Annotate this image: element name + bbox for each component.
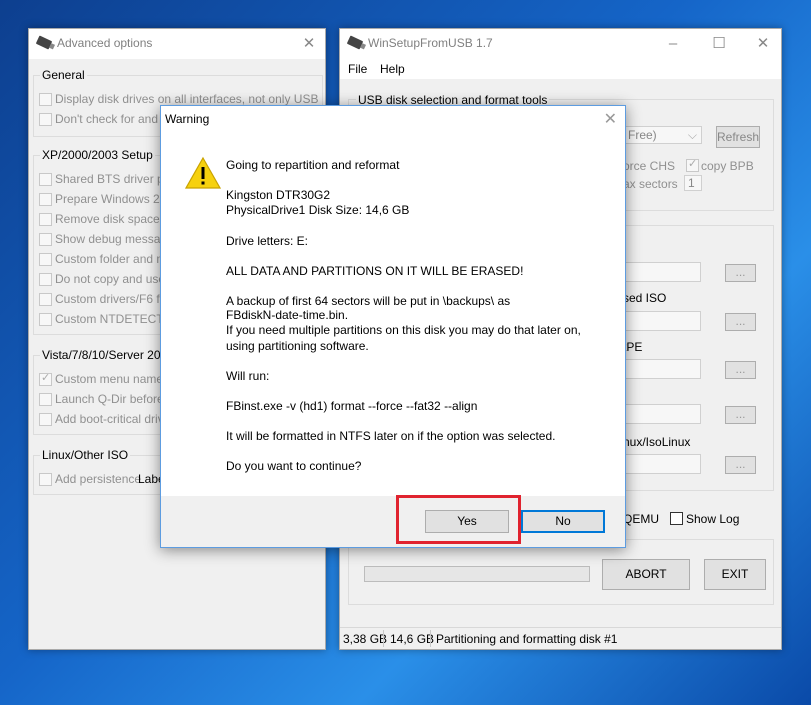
checkbox-box[interactable] — [39, 393, 52, 406]
browse-button-1[interactable]: ... — [725, 264, 756, 282]
checkbox-box[interactable] — [39, 313, 52, 326]
based-iso-label: sed ISO — [623, 291, 667, 305]
checkbox-box[interactable] — [39, 213, 52, 226]
checkbox-box[interactable] — [39, 193, 52, 206]
yes-button-highlight — [396, 495, 521, 544]
status-size-1: 3,38 GB — [343, 632, 388, 646]
status-divider — [430, 630, 431, 647]
menu-help[interactable]: Help — [380, 62, 405, 76]
main-title: WinSetupFromUSB 1.7 — [368, 36, 493, 50]
message-line: Kingston DTR30G2 — [226, 188, 331, 202]
message-line: PhysicalDrive1 Disk Size: 14,6 GB — [226, 203, 410, 217]
maximize-icon[interactable]: ☐ — [709, 35, 729, 53]
warning-dialog: Warning ✕ Going to repartition and refor… — [160, 105, 626, 548]
source-path-input-3[interactable] — [623, 359, 701, 379]
warning-icon — [185, 156, 221, 189]
advanced-options-titlebar[interactable]: Advanced options ✕ — [29, 29, 325, 59]
browse-button-2[interactable]: ... — [725, 313, 756, 331]
checkbox-box[interactable] — [39, 93, 52, 106]
progress-bar — [364, 566, 590, 582]
browse-button-4[interactable]: ... — [725, 406, 756, 424]
qemu-label: QEMU — [623, 512, 659, 526]
menu-bar: File Help — [340, 59, 781, 79]
checkbox-box[interactable] — [39, 473, 52, 486]
dialog-footer: Yes No — [161, 496, 625, 547]
message-line: A backup of first 64 sectors will be put… — [226, 294, 511, 308]
general-group-label: General — [40, 68, 87, 82]
message-line: Do you want to continue? — [226, 459, 362, 473]
disk-select-value: Free) — [628, 128, 657, 142]
no-button[interactable]: No — [521, 510, 605, 533]
max-sectors-input[interactable]: 1 — [684, 175, 702, 191]
message-line: FBinst.exe -v (hd1) format --force --fat… — [226, 399, 478, 413]
advanced-options-title: Advanced options — [57, 36, 153, 50]
checkbox-box[interactable] — [39, 113, 52, 126]
usb-drive-icon — [35, 35, 53, 50]
close-icon[interactable]: ✕ — [299, 35, 319, 53]
browse-button-5[interactable]: ... — [725, 456, 756, 474]
close-icon[interactable]: ✕ — [604, 109, 617, 129]
xp-setup-group-label: XP/2000/2003 Setup — [40, 148, 155, 162]
abort-button[interactable]: ABORT — [602, 559, 690, 590]
max-sectors-label: ax sectors — [623, 177, 678, 191]
checkbox-box[interactable] — [39, 233, 52, 246]
message-line: FBdiskN-date-time.bin. — [226, 308, 349, 322]
chevron-down-icon: ⌵ — [687, 128, 697, 142]
max-sectors-value: 1 — [688, 176, 695, 190]
linux-group-label: Linux/Other ISO — [40, 448, 131, 462]
show-log-checkbox[interactable] — [670, 512, 683, 525]
dialog-title: Warning — [165, 112, 210, 126]
exit-button[interactable]: EXIT — [704, 559, 766, 590]
source-path-input-1[interactable] — [623, 262, 701, 282]
source-path-input-4[interactable] — [623, 404, 701, 424]
status-bar: 3,38 GB 14,6 GB Partitioning and formatt… — [340, 627, 781, 649]
refresh-button[interactable]: Refresh — [716, 126, 760, 148]
checkbox-box[interactable] — [39, 173, 52, 186]
main-titlebar[interactable]: WinSetupFromUSB 1.7 – ☐ ✕ — [340, 29, 781, 59]
checkbox-box[interactable] — [39, 413, 52, 426]
message-line: If you need multiple partitions on this … — [226, 323, 581, 337]
close-icon[interactable]: ✕ — [753, 35, 773, 53]
message-line: ALL DATA AND PARTITIONS ON IT WILL BE ER… — [226, 264, 524, 278]
status-divider — [383, 630, 384, 647]
force-chs-label: orce CHS — [623, 159, 676, 173]
isolinux-label: nux/IsoLinux — [623, 435, 691, 449]
message-line: Going to repartition and reformat — [226, 158, 400, 172]
vista-group-label: Vista/7/8/10/Server 200 — [40, 348, 170, 362]
menu-file[interactable]: File — [348, 62, 367, 76]
message-line: Drive letters: E: — [226, 234, 309, 248]
checkbox-box[interactable] — [39, 371, 52, 386]
message-line: Will run: — [226, 369, 270, 383]
source-path-input-5[interactable] — [623, 454, 701, 474]
minimize-icon[interactable]: – — [663, 35, 683, 53]
checkbox-box[interactable] — [39, 253, 52, 266]
copy-bpb-label: copy BPB — [701, 159, 754, 173]
disk-select-dropdown[interactable]: Free) ⌵ — [624, 126, 702, 144]
message-line: using partitioning software. — [226, 339, 369, 353]
browse-button-3[interactable]: ... — [725, 361, 756, 379]
checkbox-box[interactable] — [39, 273, 52, 286]
checkbox-box[interactable] — [39, 293, 52, 306]
usb-drive-icon — [346, 35, 364, 50]
source-path-input-2[interactable] — [623, 311, 701, 331]
status-message: Partitioning and formatting disk #1 — [436, 632, 618, 646]
show-log-label: Show Log — [686, 512, 740, 526]
copy-bpb-checkbox[interactable] — [686, 157, 699, 172]
status-size-2: 14,6 GB — [390, 632, 435, 646]
message-line: It will be formatted in NTFS later on if… — [226, 429, 556, 443]
